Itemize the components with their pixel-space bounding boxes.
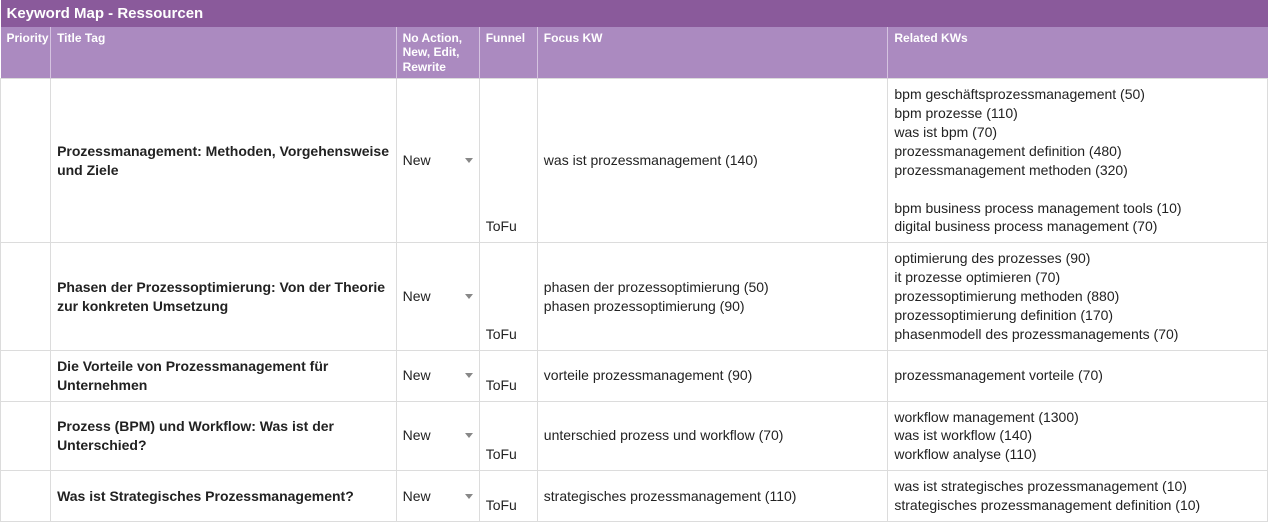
- sheet-title-row: Keyword Map - Ressourcen: [1, 0, 1268, 27]
- cell-title-tag[interactable]: Prozessmanagement: Methoden, Vorgehenswe…: [51, 79, 397, 243]
- cell-focus-kw[interactable]: strategisches prozessmanagement (110): [537, 471, 888, 522]
- cell-related-kws[interactable]: workflow management (1300) was ist workf…: [888, 401, 1268, 471]
- cell-action[interactable]: New: [396, 243, 479, 350]
- cell-title-tag[interactable]: Phasen der Prozessoptimierung: Von der T…: [51, 243, 397, 350]
- action-dropdown[interactable]: New: [403, 287, 473, 306]
- cell-related-kws[interactable]: bpm geschäftsprozessmanagement (50) bpm …: [888, 79, 1268, 243]
- action-dropdown[interactable]: New: [403, 487, 473, 506]
- action-dropdown-label: New: [403, 151, 431, 170]
- table-row: Prozessmanagement: Methoden, Vorgehenswe…: [1, 79, 1268, 243]
- table-body: Prozessmanagement: Methoden, Vorgehenswe…: [1, 79, 1268, 522]
- column-header-row: Priority Title Tag No Action, New, Edit,…: [1, 27, 1268, 79]
- cell-focus-kw[interactable]: phasen der prozessoptimierung (50) phase…: [537, 243, 888, 350]
- action-dropdown[interactable]: New: [403, 366, 473, 385]
- chevron-down-icon: [465, 494, 473, 499]
- table-row: Prozess (BPM) und Workflow: Was ist der …: [1, 401, 1268, 471]
- table-row: Phasen der Prozessoptimierung: Von der T…: [1, 243, 1268, 350]
- cell-funnel[interactable]: ToFu: [479, 401, 537, 471]
- action-dropdown[interactable]: New: [403, 151, 473, 170]
- sheet-title: Keyword Map - Ressourcen: [1, 0, 888, 27]
- cell-action[interactable]: New: [396, 401, 479, 471]
- header-related-kws[interactable]: Related KWs: [888, 27, 1268, 79]
- cell-focus-kw[interactable]: was ist prozessmanagement (140): [537, 79, 888, 243]
- chevron-down-icon: [465, 433, 473, 438]
- action-dropdown-label: New: [403, 366, 431, 385]
- cell-funnel[interactable]: ToFu: [479, 243, 537, 350]
- cell-related-kws[interactable]: optimierung des prozesses (90) it prozes…: [888, 243, 1268, 350]
- cell-priority[interactable]: [1, 350, 51, 401]
- cell-funnel[interactable]: ToFu: [479, 350, 537, 401]
- cell-title-tag[interactable]: Prozess (BPM) und Workflow: Was ist der …: [51, 401, 397, 471]
- table-row: Die Vorteile von Prozessmanagement für U…: [1, 350, 1268, 401]
- action-dropdown-label: New: [403, 487, 431, 506]
- keyword-map-table: Keyword Map - Ressourcen Priority Title …: [0, 0, 1268, 522]
- cell-related-kws[interactable]: was ist strategisches prozessmanagement …: [888, 471, 1268, 522]
- cell-title-tag[interactable]: Was ist Strategisches Prozessmanagement?: [51, 471, 397, 522]
- cell-related-kws[interactable]: prozessmanagement vorteile (70): [888, 350, 1268, 401]
- action-dropdown[interactable]: New: [403, 426, 473, 445]
- cell-priority[interactable]: [1, 79, 51, 243]
- header-action[interactable]: No Action, New, Edit, Rewrite: [396, 27, 479, 79]
- action-dropdown-label: New: [403, 426, 431, 445]
- header-funnel[interactable]: Funnel: [479, 27, 537, 79]
- cell-priority[interactable]: [1, 471, 51, 522]
- header-focus-kw[interactable]: Focus KW: [537, 27, 888, 79]
- cell-action[interactable]: New: [396, 471, 479, 522]
- chevron-down-icon: [465, 373, 473, 378]
- cell-priority[interactable]: [1, 243, 51, 350]
- action-dropdown-label: New: [403, 287, 431, 306]
- cell-action[interactable]: New: [396, 79, 479, 243]
- sheet-title-spacer: [888, 0, 1268, 27]
- chevron-down-icon: [465, 294, 473, 299]
- cell-focus-kw[interactable]: vorteile prozessmanagement (90): [537, 350, 888, 401]
- header-priority[interactable]: Priority: [1, 27, 51, 79]
- header-title-tag[interactable]: Title Tag: [51, 27, 397, 79]
- cell-focus-kw[interactable]: unterschied prozess und workflow (70): [537, 401, 888, 471]
- cell-priority[interactable]: [1, 401, 51, 471]
- cell-funnel[interactable]: ToFu: [479, 471, 537, 522]
- cell-title-tag[interactable]: Die Vorteile von Prozessmanagement für U…: [51, 350, 397, 401]
- cell-action[interactable]: New: [396, 350, 479, 401]
- table-row: Was ist Strategisches Prozessmanagement?…: [1, 471, 1268, 522]
- chevron-down-icon: [465, 158, 473, 163]
- cell-funnel[interactable]: ToFu: [479, 79, 537, 243]
